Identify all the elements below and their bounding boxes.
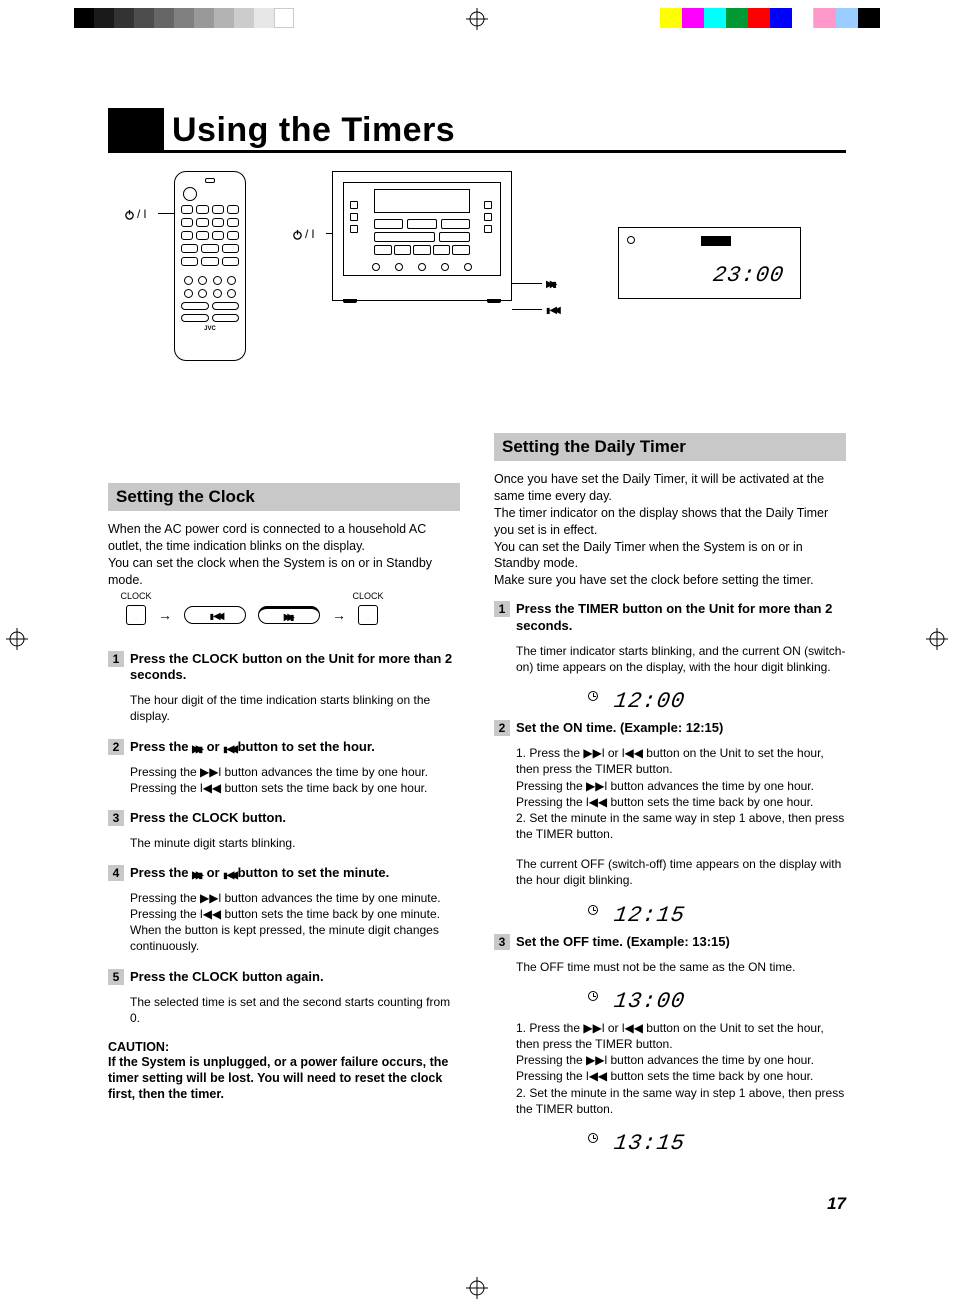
remote-brand: JVC (181, 326, 239, 332)
clock-icon (588, 1133, 598, 1143)
reg-cross-icon (6, 628, 28, 650)
power-icon (292, 227, 303, 241)
reg-cross-icon (466, 1277, 488, 1299)
button-flow-diagram: CLOCK CLOCK (126, 605, 460, 625)
clock-step-5: 5Press the CLOCK button again. (108, 969, 460, 986)
reg-cross-icon (926, 628, 948, 650)
section-heading-timer: Setting the Daily Timer (494, 433, 846, 461)
clock-step-3: 3Press the CLOCK button. (108, 810, 460, 827)
clock-icon (588, 991, 598, 1001)
timer-lcd-3a: 13:00 (614, 989, 734, 1014)
lcd-display: 23:00 (618, 227, 801, 299)
page-title: Using the Timers (172, 111, 455, 150)
clock-step-4: 4 Press the or button to set the minute. (108, 865, 460, 882)
timer-step-2: 2Set the ON time. (Example: 12:15) (494, 720, 846, 737)
timer-step-1: 1Press the TIMER button on the Unit for … (494, 601, 846, 635)
power-label-remote: / l (124, 207, 146, 221)
left-column: Setting the Clock When the AC power cord… (108, 433, 460, 1162)
callout-ff (546, 277, 557, 289)
callout-rw (546, 303, 557, 315)
reg-cross-icon (466, 8, 488, 30)
clock-icon (588, 691, 598, 701)
timer-lcd-2: 12:15 (614, 903, 734, 928)
timer-intro: Once you have set the Daily Timer, it wi… (494, 471, 846, 589)
timer-lcd-1: 12:00 (614, 689, 734, 714)
timer-lcd-3b: 13:15 (614, 1131, 734, 1156)
right-column: Setting the Daily Timer Once you have se… (494, 433, 846, 1162)
clock-intro: When the AC power cord is connected to a… (108, 521, 460, 589)
caution-body: If the System is unplugged, or a power f… (108, 1054, 460, 1103)
diagrams-area: / l JVC / l (108, 171, 846, 421)
timer-step-3: 3Set the OFF time. (Example: 13:15) (494, 934, 846, 951)
power-icon (124, 207, 135, 221)
section-heading-clock: Setting the Clock (108, 483, 460, 511)
power-label-unit: / l (292, 227, 314, 241)
clock-step-2: 2 Press the or button to set the hour. (108, 739, 460, 756)
lcd-time: 23:00 (711, 263, 786, 288)
page-title-row: Using the Timers (108, 108, 846, 153)
remote-diagram: JVC (174, 171, 246, 361)
clock-icon (588, 905, 598, 915)
unit-diagram (332, 171, 512, 301)
page-number: 17 (827, 1194, 846, 1214)
clock-step-1: 1Press the CLOCK button on the Unit for … (108, 651, 460, 685)
caution-heading: CAUTION: (108, 1040, 460, 1054)
